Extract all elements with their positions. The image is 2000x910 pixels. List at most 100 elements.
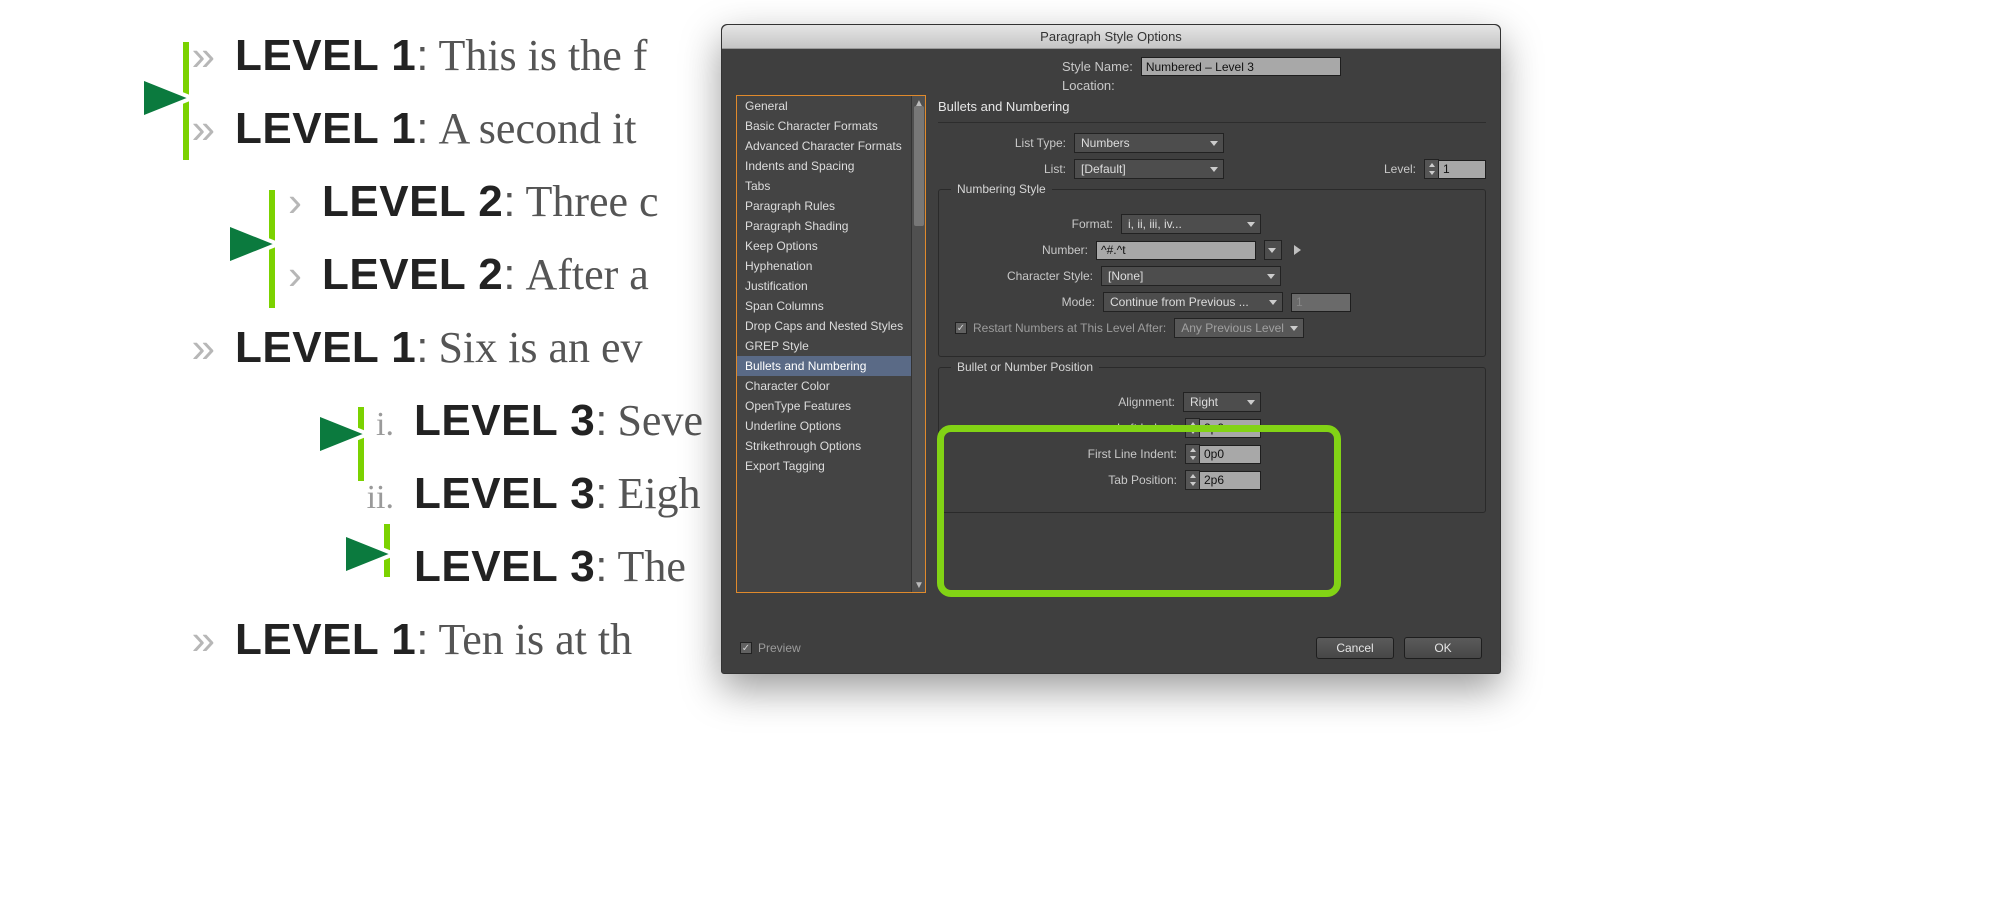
- first-line-indent-label: First Line Indent:: [1088, 447, 1177, 461]
- category-item[interactable]: OpenType Features: [737, 396, 925, 416]
- colon: :: [595, 396, 607, 446]
- mode-label: Mode:: [1062, 295, 1095, 309]
- level-label: LEVEL 3: [414, 542, 595, 592]
- category-item[interactable]: Bullets and Numbering: [737, 356, 925, 376]
- body-text: Six is an ev: [438, 322, 642, 373]
- cancel-button[interactable]: Cancel: [1316, 637, 1394, 659]
- left-indent-label: Left Indent:: [1117, 421, 1177, 435]
- category-item[interactable]: Advanced Character Formats: [737, 136, 925, 156]
- mode-field: [1291, 293, 1351, 312]
- style-name-label: Style Name:: [1062, 59, 1133, 74]
- category-item[interactable]: Tabs: [737, 176, 925, 196]
- category-item[interactable]: Underline Options: [737, 416, 925, 436]
- number-menu[interactable]: [1264, 240, 1282, 260]
- tab-position-stepper[interactable]: [1185, 470, 1261, 490]
- colon: :: [416, 104, 428, 154]
- body-text: Three c: [525, 176, 658, 227]
- colon: :: [503, 250, 515, 300]
- restart-select[interactable]: Any Previous Level: [1174, 318, 1304, 338]
- mode-select[interactable]: Continue from Previous ...: [1103, 292, 1283, 312]
- category-item[interactable]: Indents and Spacing: [737, 156, 925, 176]
- number-input[interactable]: [1096, 241, 1256, 260]
- category-item[interactable]: Justification: [737, 276, 925, 296]
- tab-position-label: Tab Position:: [1108, 473, 1177, 487]
- preview-label: Preview: [758, 641, 801, 655]
- category-item[interactable]: Paragraph Rules: [737, 196, 925, 216]
- checkbox-icon: ✓: [955, 322, 967, 334]
- body-text: Eigh: [617, 468, 700, 519]
- level-stepper[interactable]: [1424, 159, 1486, 179]
- list-label: List:: [998, 162, 1066, 176]
- level-label: LEVEL 1: [235, 615, 416, 665]
- list-type-label: List Type:: [998, 136, 1066, 150]
- left-indent-stepper[interactable]: [1185, 418, 1261, 438]
- body-text: Ten is at th: [438, 614, 632, 665]
- colon: :: [416, 31, 428, 81]
- restart-checkbox[interactable]: ✓ Restart Numbers at This Level After:: [955, 321, 1166, 335]
- first-line-indent-stepper[interactable]: [1185, 444, 1261, 464]
- category-scrollbar[interactable]: ▲ ▼: [911, 96, 925, 592]
- number-label: Number:: [1042, 243, 1088, 257]
- dialog-title: Paragraph Style Options: [1040, 29, 1182, 44]
- position-group: Bullet or Number Position Alignment: Rig…: [938, 367, 1486, 513]
- category-item[interactable]: Paragraph Shading: [737, 216, 925, 236]
- category-item[interactable]: GREP Style: [737, 336, 925, 356]
- category-item[interactable]: Hyphenation: [737, 256, 925, 276]
- level-label: Level:: [1384, 162, 1416, 176]
- category-item[interactable]: Basic Character Formats: [737, 116, 925, 136]
- list-type-select[interactable]: Numbers: [1074, 133, 1224, 153]
- paragraph-style-options-dialog: Paragraph Style Options Style Name: Loca…: [721, 24, 1501, 674]
- panel-section-title: Bullets and Numbering: [938, 99, 1486, 114]
- char-style-label: Character Style:: [1007, 269, 1093, 283]
- body-text: Seve: [617, 395, 703, 446]
- tab-position-field[interactable]: [1199, 471, 1261, 490]
- colon: :: [416, 615, 428, 665]
- divider: [938, 122, 1486, 123]
- bullet-glyph: »: [185, 324, 215, 372]
- alignment-label: Alignment:: [1118, 395, 1175, 409]
- category-item[interactable]: Keep Options: [737, 236, 925, 256]
- char-style-select[interactable]: [None]: [1101, 266, 1281, 286]
- format-label: Format:: [1072, 217, 1113, 231]
- dialog-titlebar[interactable]: Paragraph Style Options: [722, 25, 1500, 49]
- ok-button[interactable]: OK: [1404, 637, 1482, 659]
- list-select[interactable]: [Default]: [1074, 159, 1224, 179]
- colon: :: [595, 469, 607, 519]
- scroll-down-icon[interactable]: ▼: [914, 580, 924, 590]
- category-item[interactable]: General: [737, 96, 925, 116]
- colon: :: [503, 177, 515, 227]
- level-label: LEVEL 3: [414, 469, 595, 519]
- numbering-style-legend: Numbering Style: [951, 182, 1052, 196]
- position-legend: Bullet or Number Position: [951, 360, 1099, 374]
- arrow-icon: [188, 404, 378, 464]
- style-name-input[interactable]: [1141, 57, 1341, 76]
- restart-label: Restart Numbers at This Level After:: [973, 321, 1166, 335]
- numbering-style-group: Numbering Style Format: i, ii, iii, iv..…: [938, 189, 1486, 357]
- format-select[interactable]: i, ii, iii, iv...: [1121, 214, 1261, 234]
- level-label: LEVEL 3: [414, 396, 595, 446]
- category-item[interactable]: Character Color: [737, 376, 925, 396]
- level-label: LEVEL 1: [235, 104, 416, 154]
- category-item[interactable]: Drop Caps and Nested Styles: [737, 316, 925, 336]
- arrow-icon: [12, 68, 202, 128]
- body-text: A second it: [438, 103, 636, 154]
- level-field[interactable]: [1438, 160, 1486, 179]
- category-item[interactable]: Strikethrough Options: [737, 436, 925, 456]
- body-text: After a: [525, 249, 648, 300]
- scroll-thumb[interactable]: [914, 106, 924, 226]
- colon: :: [595, 542, 607, 592]
- bullet-glyph: ii.: [364, 479, 394, 517]
- play-icon[interactable]: [1294, 245, 1301, 255]
- bullet-glyph: »: [185, 616, 215, 664]
- first-line-indent-field[interactable]: [1199, 445, 1261, 464]
- location-label: Location:: [1062, 78, 1115, 93]
- options-panel: Bullets and Numbering List Type: Numbers…: [938, 95, 1486, 593]
- category-item[interactable]: Span Columns: [737, 296, 925, 316]
- alignment-select[interactable]: Right: [1183, 392, 1261, 412]
- arrow-icon: [98, 214, 288, 274]
- arrow-icon: [214, 524, 404, 584]
- preview-checkbox[interactable]: ✓ Preview: [740, 641, 801, 655]
- category-list[interactable]: GeneralBasic Character FormatsAdvanced C…: [736, 95, 926, 593]
- category-item[interactable]: Export Tagging: [737, 456, 925, 476]
- left-indent-field[interactable]: [1199, 419, 1261, 438]
